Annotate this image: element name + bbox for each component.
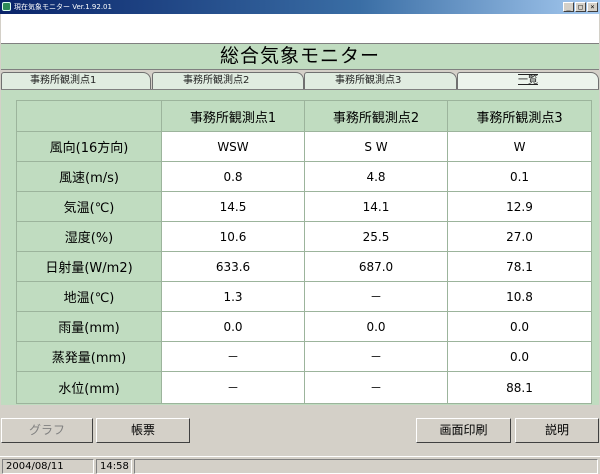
status-time: 14:58	[96, 459, 132, 474]
table-cell: 1.3	[161, 281, 305, 312]
button-bar: グラフ 帳票 画面印刷 説明	[1, 408, 599, 448]
table-cell: 0.0	[304, 311, 448, 342]
table-cell: －	[304, 341, 448, 372]
window-title: 現在気象モニター Ver.1.92.01	[14, 3, 112, 11]
table-cell: －	[304, 281, 448, 312]
table-cell: 10.6	[161, 221, 305, 252]
table-row: 風向(16方向) WSW S W W	[16, 131, 592, 162]
table-row: 湿度(%) 10.6 25.5 27.0	[16, 221, 592, 252]
table-row: 日射量(W/m2) 633.6 687.0 78.1	[16, 251, 592, 282]
row-label: 日射量(W/m2)	[16, 251, 162, 282]
table-cell: 0.0	[161, 311, 305, 342]
column-header: 事務所観測点1	[161, 100, 305, 132]
tab-label: 事務所観測点1	[30, 75, 97, 86]
graph-button[interactable]: グラフ	[1, 418, 93, 443]
help-button[interactable]: 説明	[515, 418, 599, 443]
tab-label: 一覧	[518, 75, 538, 86]
table-cell: 633.6	[161, 251, 305, 282]
row-label: 風向(16方向)	[16, 131, 162, 162]
status-message	[134, 459, 598, 474]
print-screen-button[interactable]: 画面印刷	[416, 418, 511, 443]
row-label: 雨量(mm)	[16, 311, 162, 342]
tab-label: 事務所観測点3	[335, 75, 402, 86]
table-row: 雨量(mm) 0.0 0.0 0.0	[16, 311, 592, 342]
table-cell: S W	[304, 131, 448, 162]
table-cell: 687.0	[304, 251, 448, 282]
column-header: 事務所観測点2	[304, 100, 448, 132]
column-header: 事務所観測点3	[447, 100, 592, 132]
title-bar[interactable]: 現在気象モニター Ver.1.92.01 _ □ ×	[0, 0, 600, 14]
table-cell: 25.5	[304, 221, 448, 252]
table-cell: 88.1	[447, 371, 592, 404]
row-label: 地温(℃)	[16, 281, 162, 312]
weather-table: 事務所観測点1 事務所観測点2 事務所観測点3 風向(16方向) WSW S W…	[16, 100, 592, 404]
tab-label: 事務所観測点2	[183, 75, 250, 86]
status-bar: 2004/08/11 14:58	[0, 456, 600, 474]
table-row: 水位(mm) － － 88.1	[16, 371, 592, 404]
table-cell: 12.9	[447, 191, 592, 222]
table-row: 風速(m/s) 0.8 4.8 0.1	[16, 161, 592, 192]
table-cell: －	[304, 371, 448, 404]
table-cell: －	[161, 371, 305, 404]
status-date: 2004/08/11	[2, 459, 94, 474]
blank-area	[1, 14, 599, 43]
app-icon	[2, 2, 11, 11]
table-cell: 0.1	[447, 161, 592, 192]
tab-station-3[interactable]: 事務所観測点3	[304, 72, 457, 89]
table-row: 気温(℃) 14.5 14.1 12.9	[16, 191, 592, 222]
overview-panel: 事務所観測点1 事務所観測点2 事務所観測点3 風向(16方向) WSW S W…	[1, 89, 599, 405]
tab-overview[interactable]: 一覧	[457, 72, 599, 90]
table-cell: W	[447, 131, 592, 162]
table-cell: 78.1	[447, 251, 592, 282]
row-label: 風速(m/s)	[16, 161, 162, 192]
table-corner	[16, 100, 162, 132]
tab-strip: 事務所観測点1 事務所観測点2 事務所観測点3 一覧	[1, 72, 599, 90]
table-row: 蒸発量(mm) － － 0.0	[16, 341, 592, 372]
report-button[interactable]: 帳票	[96, 418, 190, 443]
close-button[interactable]: ×	[587, 2, 598, 12]
table-row: 地温(℃) 1.3 － 10.8	[16, 281, 592, 312]
tab-station-1[interactable]: 事務所観測点1	[1, 72, 151, 89]
table-cell: 14.5	[161, 191, 305, 222]
table-cell: 0.8	[161, 161, 305, 192]
table-header-row: 事務所観測点1 事務所観測点2 事務所観測点3	[16, 100, 592, 132]
row-label: 気温(℃)	[16, 191, 162, 222]
table-cell: 27.0	[447, 221, 592, 252]
table-cell: 4.8	[304, 161, 448, 192]
window-controls: _ □ ×	[563, 2, 598, 12]
table-cell: 14.1	[304, 191, 448, 222]
minimize-button[interactable]: _	[563, 2, 574, 12]
table-cell: 0.0	[447, 341, 592, 372]
banner-title: 総合気象モニター	[1, 43, 599, 70]
table-cell: 0.0	[447, 311, 592, 342]
row-label: 蒸発量(mm)	[16, 341, 162, 372]
table-cell: WSW	[161, 131, 305, 162]
tab-station-2[interactable]: 事務所観測点2	[152, 72, 304, 89]
maximize-button[interactable]: □	[575, 2, 586, 12]
table-cell: 10.8	[447, 281, 592, 312]
row-label: 湿度(%)	[16, 221, 162, 252]
table-cell: －	[161, 341, 305, 372]
row-label: 水位(mm)	[16, 371, 162, 404]
